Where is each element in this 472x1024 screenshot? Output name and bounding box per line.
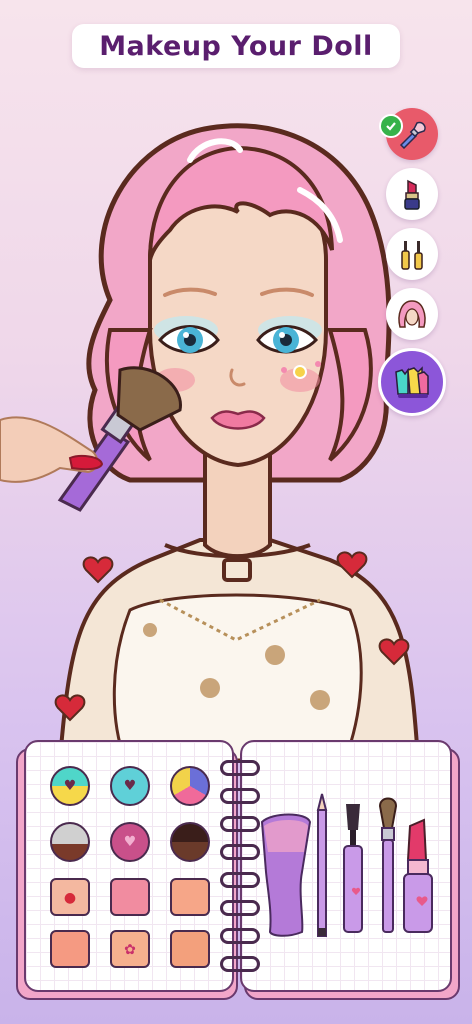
binder-ring	[220, 788, 260, 804]
eyeshadow-swatch-6[interactable]	[170, 822, 210, 862]
binder-ring	[220, 844, 260, 860]
makeup-tools	[260, 793, 433, 937]
sponge-tool[interactable]	[260, 813, 312, 937]
blush-swatch-4[interactable]	[50, 930, 90, 968]
blush-swatch-3[interactable]	[170, 878, 210, 916]
hand-holding-brush	[0, 366, 182, 512]
binder-ring	[220, 956, 260, 972]
heart-icon: ♥	[123, 778, 137, 794]
sleeve-heart	[82, 556, 114, 584]
tool-lipstick-button[interactable]	[386, 168, 438, 220]
tool-outfits-button[interactable]	[378, 348, 446, 416]
makeup-palette-notebook: ♥ ♥ ♥ ● ✿	[12, 740, 460, 1002]
binder-ring	[220, 760, 260, 776]
eyeshadow-swatch-4[interactable]	[50, 822, 90, 862]
blush-brush-tool[interactable]	[378, 797, 398, 933]
mascara-tool[interactable]	[343, 804, 363, 933]
tool-brush-button[interactable]	[379, 108, 438, 160]
blush-swatch-1[interactable]: ●	[50, 878, 90, 916]
heart-icon: ♥	[123, 834, 137, 850]
binder-ring	[220, 816, 260, 832]
tools-page	[240, 740, 452, 992]
eyeshadow-swatch-3[interactable]	[170, 766, 210, 806]
binder-ring	[220, 900, 260, 916]
outfits-icon	[395, 366, 429, 398]
binder-ring	[220, 872, 260, 888]
eyeshadow-swatch-1[interactable]: ♥	[50, 766, 90, 806]
strawberry-icon: ●	[63, 890, 77, 906]
tool-hair-button[interactable]	[386, 288, 438, 340]
butterfly-icon: ✿	[124, 942, 136, 958]
doll-top-lace	[112, 593, 363, 762]
blush-swatch-5[interactable]: ✿	[110, 930, 150, 968]
selected-check-icon	[379, 114, 403, 138]
binder-ring	[220, 928, 260, 944]
heart-icon: ♥	[63, 778, 77, 794]
mascara-eyeliner-icon	[401, 241, 423, 270]
eyeshadow-swatch-2[interactable]: ♥	[110, 766, 150, 806]
blush-swatch-6[interactable]	[170, 930, 210, 968]
eyeshadow-swatch-5[interactable]: ♥	[110, 822, 150, 862]
swatch-page: ♥ ♥ ♥ ● ✿	[24, 740, 234, 992]
lipstick-tool[interactable]	[403, 818, 433, 933]
hair-icon	[398, 300, 426, 328]
eyeliner-pencil-tool[interactable]	[316, 793, 328, 937]
tool-eye-makeup-button[interactable]	[386, 228, 438, 280]
blush-swatch-2[interactable]	[110, 878, 150, 916]
lipstick-icon	[404, 179, 420, 210]
